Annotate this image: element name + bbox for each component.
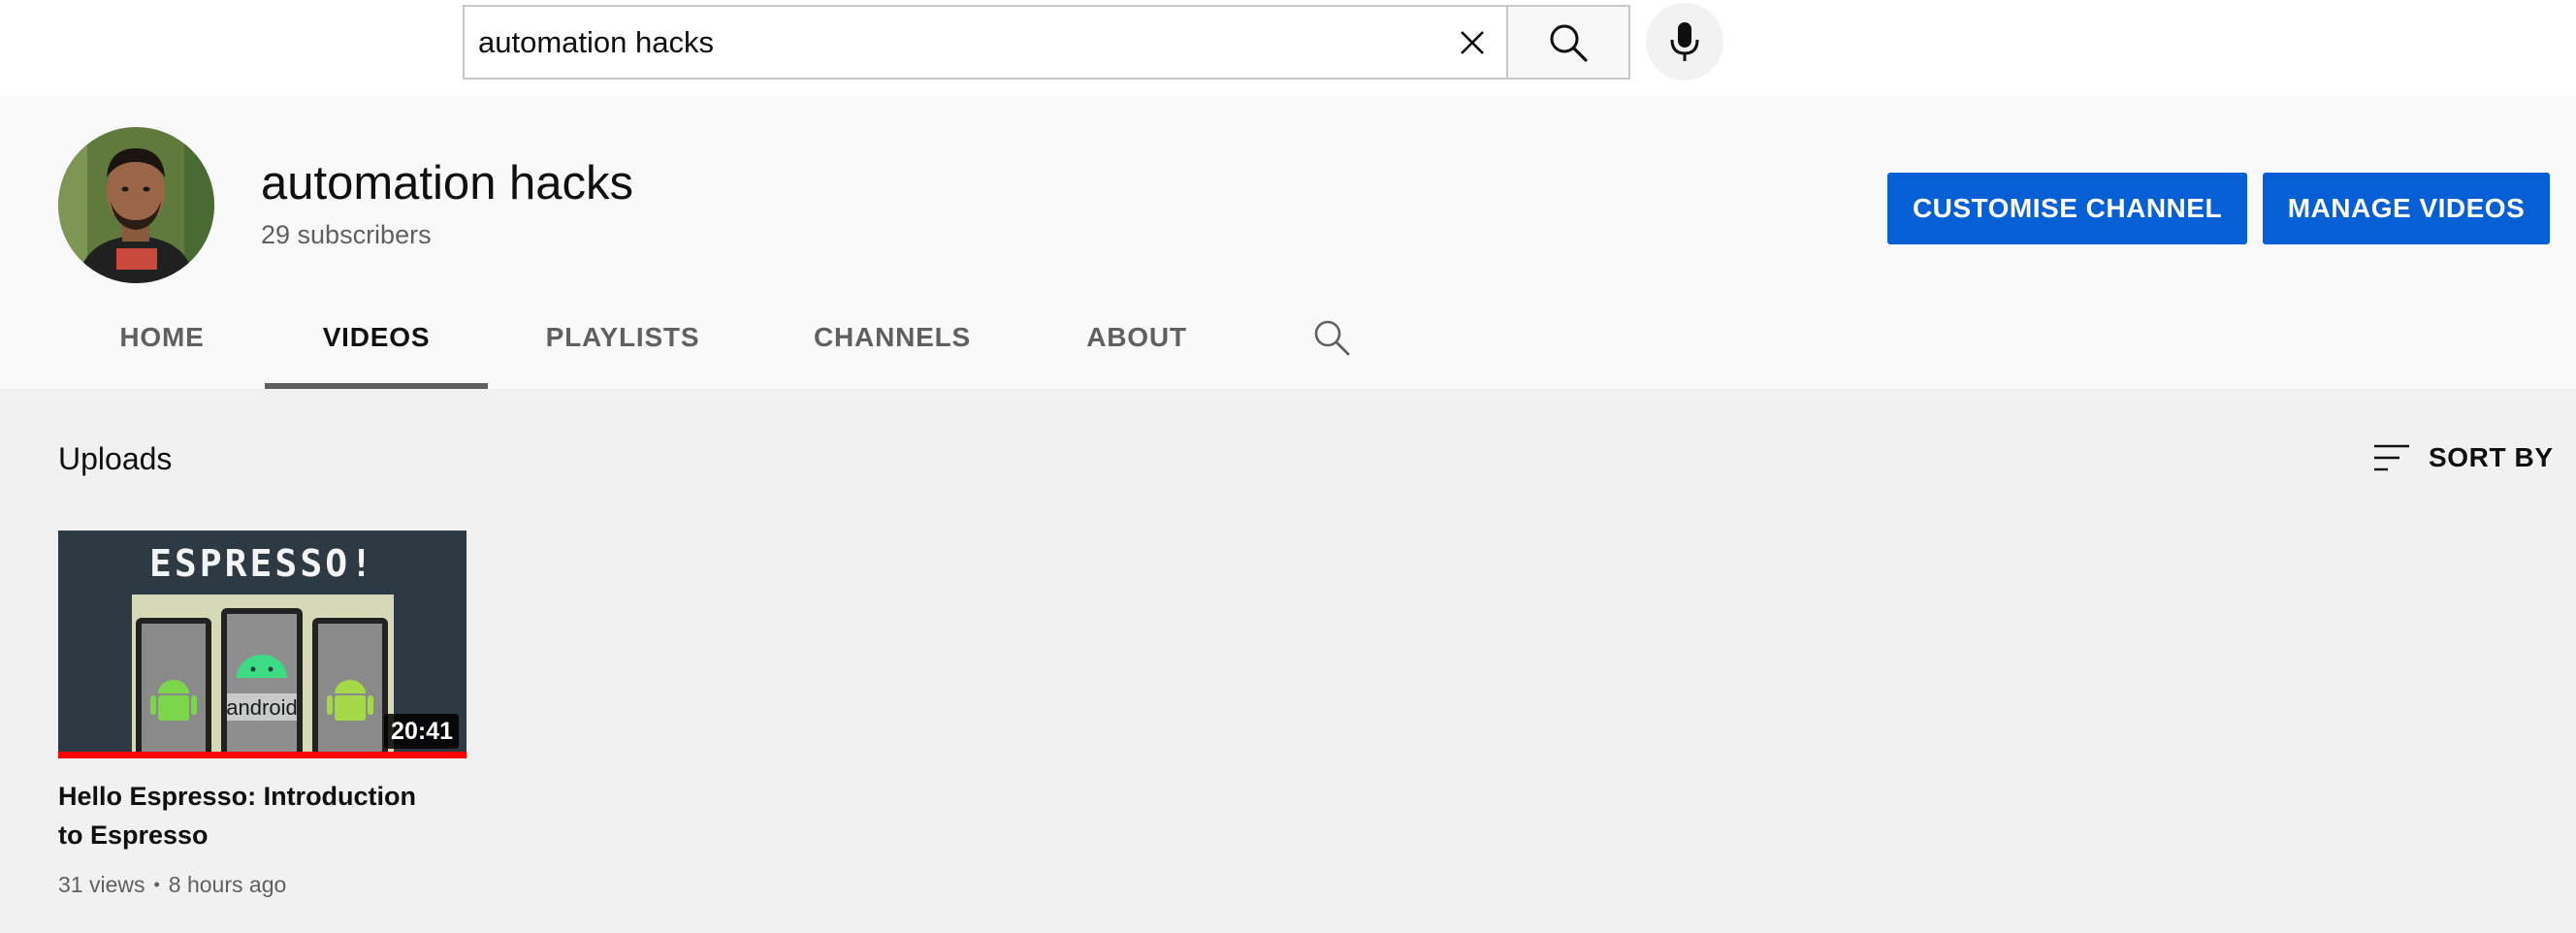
mic-icon	[1670, 22, 1699, 61]
voice-search-button[interactable]	[1646, 3, 1723, 80]
view-count: 31 views	[58, 872, 145, 897]
tab-home[interactable]: HOME	[89, 286, 235, 389]
upload-age: 8 hours ago	[168, 872, 287, 897]
search-input[interactable]	[478, 7, 1429, 78]
video-card[interactable]: android ESPRESSO! 20:41 Hello Espresso: …	[58, 531, 467, 918]
video-title[interactable]: Hello Espresso: Introduction to Espresso	[58, 777, 436, 854]
manage-videos-button[interactable]: MANAGE VIDEOS	[2263, 173, 2550, 244]
clear-search-button[interactable]	[1448, 18, 1497, 67]
channel-header: automation hacks 29 subscribers CUSTOMIS…	[0, 96, 2576, 389]
search-button[interactable]	[1506, 5, 1630, 80]
top-bar	[0, 0, 2576, 96]
customise-channel-button[interactable]: CUSTOMISE CHANNEL	[1887, 173, 2247, 244]
tab-about[interactable]: ABOUT	[1067, 286, 1207, 389]
watch-progress-bar	[58, 752, 467, 758]
video-duration: 20:41	[384, 714, 459, 749]
close-icon	[1461, 31, 1484, 54]
subscriber-count: 29 subscribers	[261, 220, 432, 249]
avatar-image	[58, 127, 214, 283]
search-icon	[1314, 320, 1350, 356]
search-icon	[1550, 24, 1588, 62]
channel-search-button[interactable]	[1309, 315, 1354, 360]
sort-by-label: SORT BY	[2429, 442, 2554, 472]
video-metadata: 31 views • 8 hours ago	[58, 872, 286, 898]
video-thumbnail[interactable]: android ESPRESSO! 20:41	[58, 531, 467, 758]
avatar[interactable]	[58, 127, 214, 283]
sort-icon	[2374, 444, 2409, 471]
tab-playlists[interactable]: PLAYLISTS	[524, 286, 722, 389]
channel-tabs: HOME VIDEOS PLAYLISTS CHANNELS ABOUT	[0, 286, 1455, 389]
channel-name: automation hacks	[261, 157, 634, 209]
sort-by-button[interactable]: SORT BY	[2374, 436, 2554, 479]
section-title: Uploads	[58, 441, 173, 476]
thumbnail-caption: android	[226, 695, 297, 720]
tab-channels[interactable]: CHANNELS	[795, 286, 989, 389]
search-box[interactable]	[463, 5, 1506, 80]
tab-videos[interactable]: VIDEOS	[265, 286, 488, 389]
thumbnail-title: ESPRESSO!	[149, 542, 375, 585]
meta-separator: •	[153, 875, 160, 894]
